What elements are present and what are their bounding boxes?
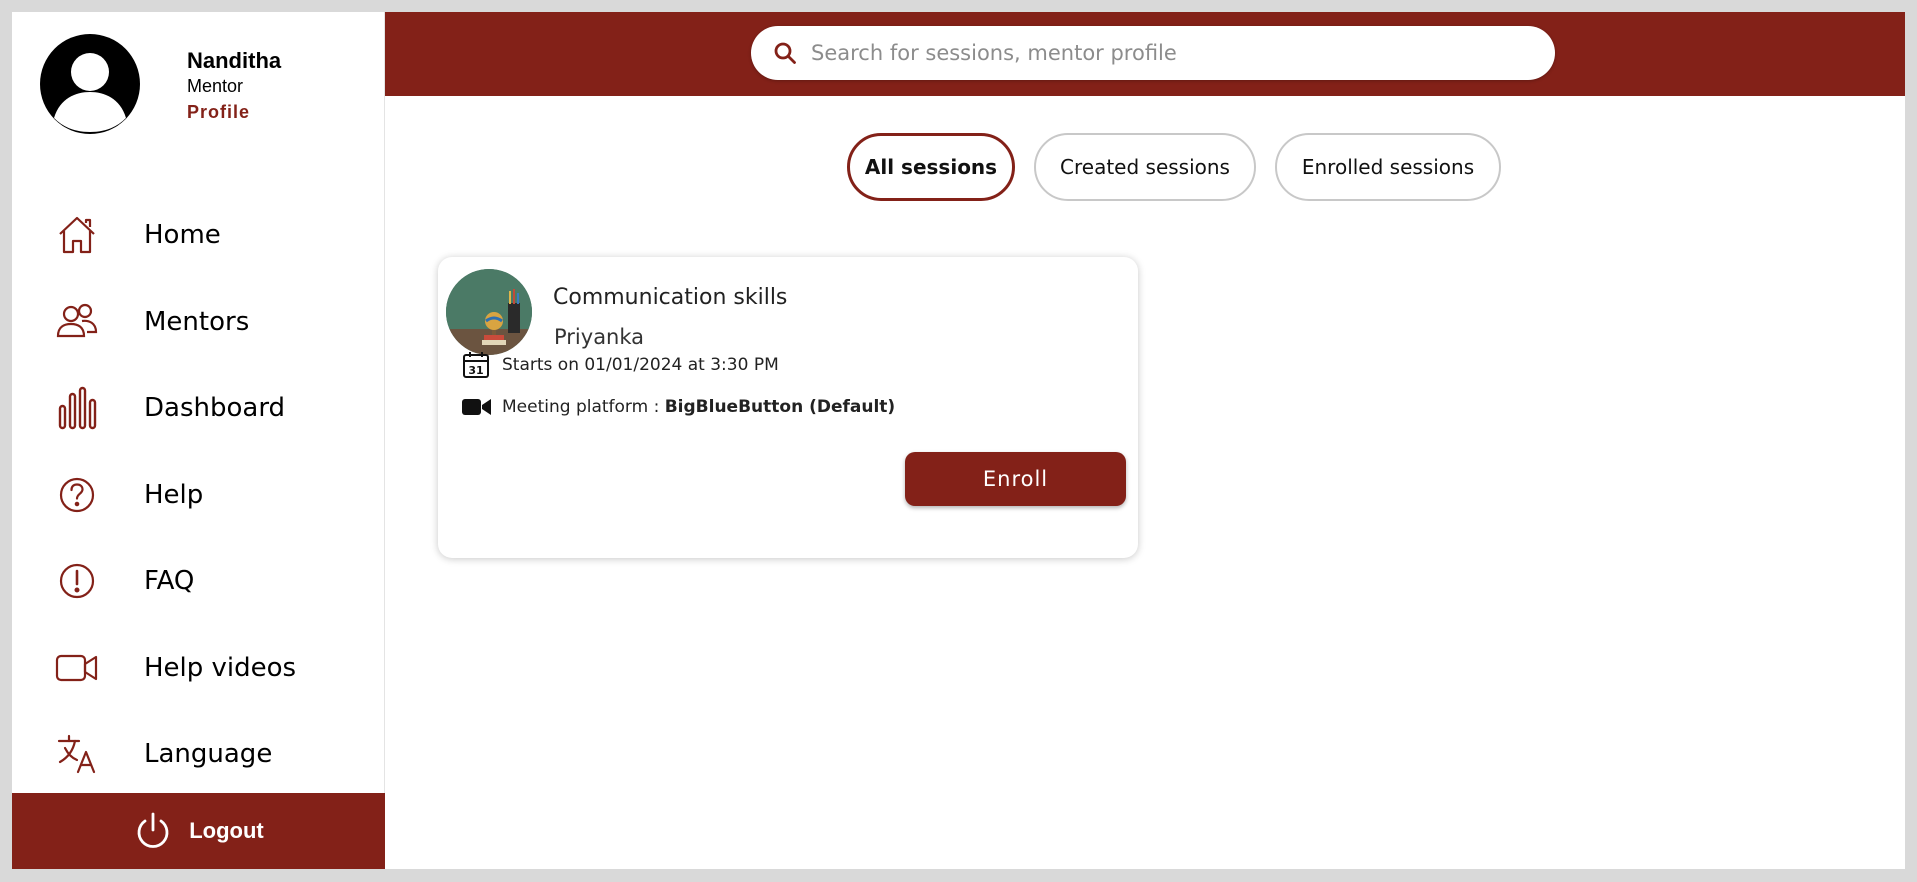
exclamation-icon [54, 558, 100, 604]
sidebar-item-language[interactable]: Language [12, 711, 385, 798]
translate-icon [54, 731, 100, 777]
tab-enrolled-sessions[interactable]: Enrolled sessions [1275, 133, 1501, 201]
sidebar: Nanditha Mentor Profile Home Mentors Das… [12, 12, 385, 869]
search-input[interactable] [811, 41, 1511, 65]
profile-info: Nanditha Mentor Profile [187, 34, 281, 126]
sidebar-item-label: Dashboard [144, 393, 286, 424]
calendar-day: 31 [468, 364, 483, 377]
users-icon [54, 299, 100, 345]
sidebar-item-dashboard[interactable]: Dashboard [12, 365, 385, 452]
tab-created-sessions[interactable]: Created sessions [1034, 133, 1256, 201]
avatar[interactable] [40, 34, 140, 134]
top-bar [385, 12, 1905, 96]
sidebar-item-label: FAQ [144, 566, 195, 597]
sidebar-nav: Home Mentors Dashboard Help FAQ Help vid… [12, 192, 385, 798]
platform-prefix: Meeting platform : [502, 397, 660, 417]
home-icon [54, 212, 100, 258]
sidebar-item-label: Help videos [144, 652, 297, 683]
user-silhouette-icon [54, 53, 126, 132]
sidebar-item-help[interactable]: Help [12, 452, 385, 539]
session-tabs: All sessions Created sessions Enrolled s… [847, 133, 1520, 201]
logout-label: Logout [189, 818, 264, 843]
app-frame: Nanditha Mentor Profile Home Mentors Das… [12, 12, 1905, 869]
session-mentor: Priyanka [554, 325, 645, 349]
sidebar-item-mentors[interactable]: Mentors [12, 279, 385, 366]
session-start-row: 31 Starts on 01/01/2024 at 3:30 PM [462, 351, 779, 379]
platform-value: BigBlueButton (Default) [664, 397, 896, 417]
sidebar-item-help-videos[interactable]: Help videos [12, 625, 385, 712]
session-platform: Meeting platform : BigBlueButton (Defaul… [502, 397, 895, 417]
power-icon [137, 812, 169, 848]
session-start-time: Starts on 01/01/2024 at 3:30 PM [502, 355, 779, 375]
video-camera-icon [462, 397, 492, 417]
profile-section: Nanditha Mentor Profile [40, 34, 281, 134]
logout-button[interactable]: Logout [12, 793, 385, 869]
sidebar-item-label: Help [144, 479, 204, 510]
calendar-icon: 31 [462, 351, 492, 379]
sidebar-item-faq[interactable]: FAQ [12, 538, 385, 625]
session-thumbnail [446, 269, 532, 355]
video-icon [54, 645, 100, 691]
sidebar-item-label: Language [144, 739, 273, 770]
enroll-button[interactable]: Enroll [905, 452, 1126, 506]
sidebar-item-label: Mentors [144, 306, 250, 337]
classroom-image [446, 269, 532, 355]
profile-role: Mentor [187, 76, 244, 96]
session-title: Communication skills [553, 285, 788, 310]
sidebar-item-home[interactable]: Home [12, 192, 385, 279]
session-platform-row: Meeting platform : BigBlueButton (Defaul… [462, 397, 895, 417]
search-bar[interactable] [751, 26, 1555, 80]
profile-link[interactable]: Profile [187, 98, 281, 126]
profile-name: Nanditha [187, 48, 282, 73]
bar-chart-icon [54, 385, 100, 431]
tab-all-sessions[interactable]: All sessions [847, 133, 1015, 201]
sidebar-item-label: Home [144, 220, 221, 251]
question-icon [54, 472, 100, 518]
search-icon [774, 42, 796, 64]
session-card[interactable]: Communication skills Priyanka 31 Starts … [438, 257, 1138, 558]
